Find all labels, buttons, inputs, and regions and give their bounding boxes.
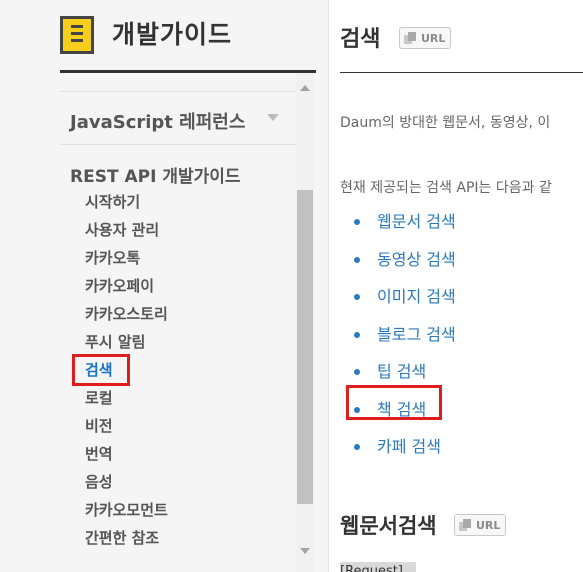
divider [60,91,296,92]
sidebar-item[interactable]: 음성 [74,472,168,500]
sidebar-item[interactable]: 카카오톡 [74,248,168,276]
page-title: 검색 [340,27,381,52]
logo-icon [60,16,94,54]
site-title: 개발가이드 [112,20,233,49]
link-item[interactable]: 블로그 검색 [349,323,456,361]
sidebar-item[interactable]: 간편한 참조 [74,528,168,556]
link-item[interactable]: 이미지 검색 [349,285,456,323]
sidebar-item[interactable]: 로컬 [74,388,168,416]
chevron-down-icon[interactable] [267,114,279,121]
scroll-up-arrow-icon[interactable] [300,85,310,91]
sidebar: 개발가이드 JavaScript 레퍼런스 REST API 개발가이드 시작하… [0,0,329,572]
sidebar-item[interactable]: 카카오모먼트 [74,500,168,528]
intro-text-2: 현재 제공되는 검색 API는 다음과 같 [340,180,552,196]
scroll-down-arrow-icon[interactable] [300,548,310,554]
rest-api-menu: 시작하기 사용자 관리 카카오톡 카카오페이 카카오스토리 푸시 알림 검색 로… [72,192,168,556]
copy-icon [459,519,472,531]
sidebar-item[interactable]: 사용자 관리 [74,220,168,248]
highlight-box [346,384,442,420]
sidebar-section-rest-api[interactable]: REST API 개발가이드 [70,162,241,187]
sidebar-item[interactable]: 비전 [74,416,168,444]
title-divider [340,72,583,73]
url-copy-button[interactable]: URL [454,514,507,536]
sidebar-item[interactable]: 카카오스토리 [74,304,168,332]
logo[interactable]: 개발가이드 [60,16,232,54]
sidebar-nav: JavaScript 레퍼런스 REST API 개발가이드 시작하기 사용자 … [60,74,296,572]
link-item[interactable]: 웹문서 검색 [349,210,456,248]
highlight-box [72,354,130,386]
sidebar-item[interactable]: 시작하기 [74,192,168,220]
sidebar-item[interactable]: 카카오페이 [74,276,168,304]
link-item[interactable]: 동영상 검색 [349,248,456,286]
divider [60,144,296,145]
main-content: 검색 URL Daum의 방대한 웹문서, 동영상, 이 현재 제공되는 검색 … [329,0,583,572]
request-label: [Request] [340,562,416,572]
sidebar-item-search-active[interactable]: 검색 [72,354,168,388]
copy-icon [404,32,417,44]
sidebar-item-js-reference[interactable]: JavaScript 레퍼런스 [70,108,245,134]
link-item[interactable]: 카페 검색 [349,435,456,473]
url-copy-button[interactable]: URL [399,27,452,49]
scrollbar-thumb[interactable] [297,190,313,504]
sidebar-item[interactable]: 번역 [74,444,168,472]
intro-text: Daum의 방대한 웹문서, 동영상, 이 [340,115,551,131]
section-title: 웹문서검색 [340,514,437,538]
header-divider [60,70,316,73]
link-item-book-search[interactable]: 책 검색 [346,384,456,436]
search-api-list: 웹문서 검색 동영상 검색 이미지 검색 블로그 검색 팁 검색 책 검색 카페… [346,210,456,473]
